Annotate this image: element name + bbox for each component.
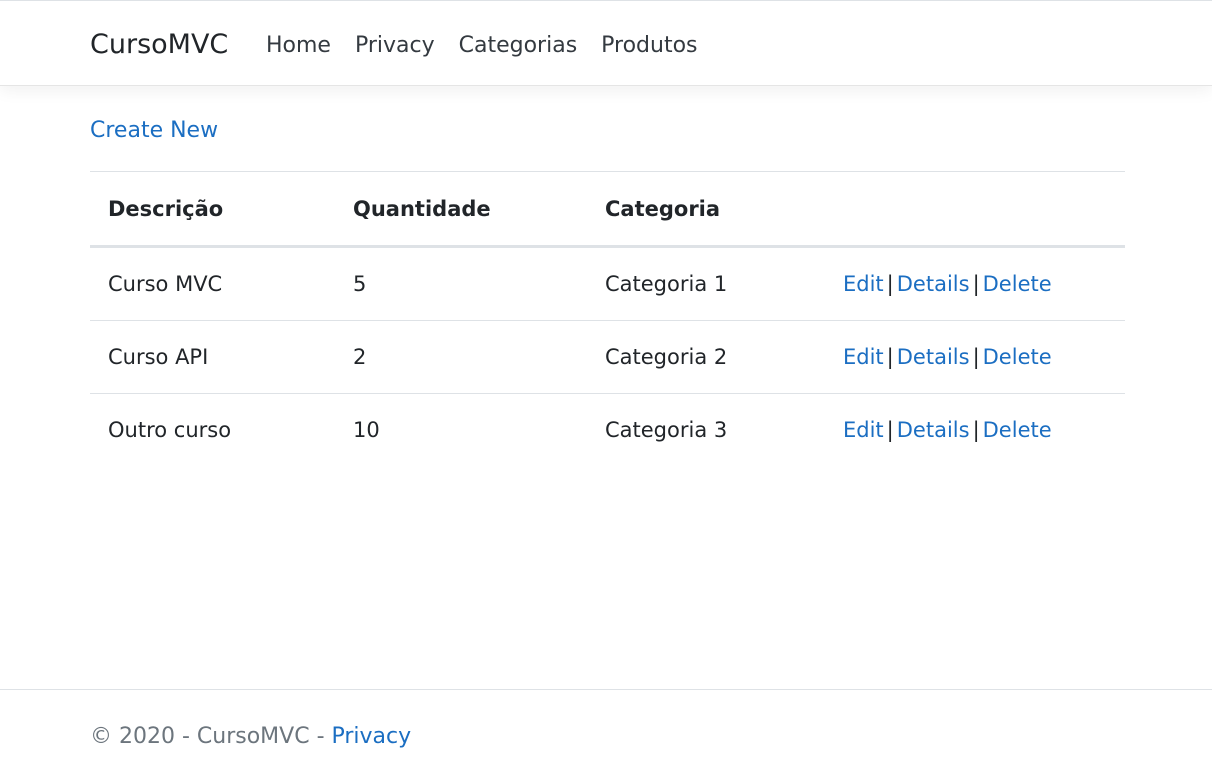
products-table: Descrição Quantidade Categoria Curso MVC… [90, 171, 1125, 466]
cell-actions: Edit | Details | Delete [825, 246, 1125, 321]
footer-text: © 2020 - CursoMVC - Privacy [90, 723, 411, 751]
separator: | [972, 345, 980, 369]
cell-categoria: Categoria 3 [605, 418, 728, 442]
copyright-text: © 2020 - CursoMVC - [90, 724, 332, 749]
edit-link[interactable]: Edit [843, 418, 884, 442]
nav-link-privacy[interactable]: Privacy [355, 32, 435, 60]
brand-link[interactable]: CursoMVC [90, 28, 228, 62]
table-header: Descrição Quantidade Categoria [90, 171, 1125, 248]
cell-categoria: Categoria 1 [587, 246, 825, 321]
separator: | [972, 272, 980, 296]
table-row: Outro curso 10 Categoria 3 Edit | Details |… [90, 394, 1125, 467]
delete-link[interactable]: Delete [983, 272, 1052, 296]
header-categoria: Categoria [587, 171, 825, 248]
cell-actions: Edit | Details | Delete [825, 320, 1125, 394]
cell-quantidade: 10 [353, 418, 380, 442]
cell-actions: Edit | Details | Delete [825, 394, 1125, 467]
edit-link[interactable]: Edit [843, 272, 884, 296]
table-row: Curso API 2 Categoria 2 Edit | Details | Del… [90, 320, 1125, 394]
footer-privacy-link[interactable]: Privacy [332, 724, 412, 749]
table-row: Curso MVC 5 Categoria 1 Edit | Details | Del… [90, 246, 1125, 321]
details-link[interactable]: Details [897, 418, 970, 442]
header-actions [825, 171, 1125, 248]
cell-quantidade: 5 [335, 246, 587, 321]
nav-link-home[interactable]: Home [266, 32, 331, 60]
nav-link-produtos[interactable]: Produtos [601, 32, 697, 60]
details-link[interactable]: Details [897, 345, 970, 369]
cell-quantidade: 2 [335, 320, 587, 394]
cell-descricao: Outro curso [108, 418, 232, 442]
nav-menu: Home Privacy Categorias Produtos [266, 32, 698, 60]
cell-descricao: Curso MVC [90, 246, 335, 321]
cell-categoria: Categoria 2 [587, 320, 825, 394]
footer: © 2020 - CursoMVC - Privacy [0, 689, 1212, 777]
separator: | [886, 418, 894, 442]
table-body: Curso MVC 5 Categoria 1 Edit | Details | Del… [90, 246, 1125, 467]
navbar: CursoMVC Home Privacy Categorias Produto… [0, 0, 1212, 86]
table-header-row: Descrição Quantidade Categoria [90, 171, 1125, 248]
details-link[interactable]: Details [897, 272, 970, 296]
separator: | [886, 345, 894, 369]
separator: | [972, 418, 980, 442]
create-new-link[interactable]: Create New [90, 117, 218, 145]
edit-link[interactable]: Edit [843, 345, 884, 369]
header-descricao: Descrição [90, 171, 335, 248]
delete-link[interactable]: Delete [983, 345, 1052, 369]
nav-link-categorias[interactable]: Categorias [459, 32, 578, 60]
delete-link[interactable]: Delete [983, 418, 1052, 442]
cell-descricao: Curso API [90, 320, 335, 394]
header-quantidade: Quantidade [335, 171, 587, 248]
separator: | [886, 272, 894, 296]
